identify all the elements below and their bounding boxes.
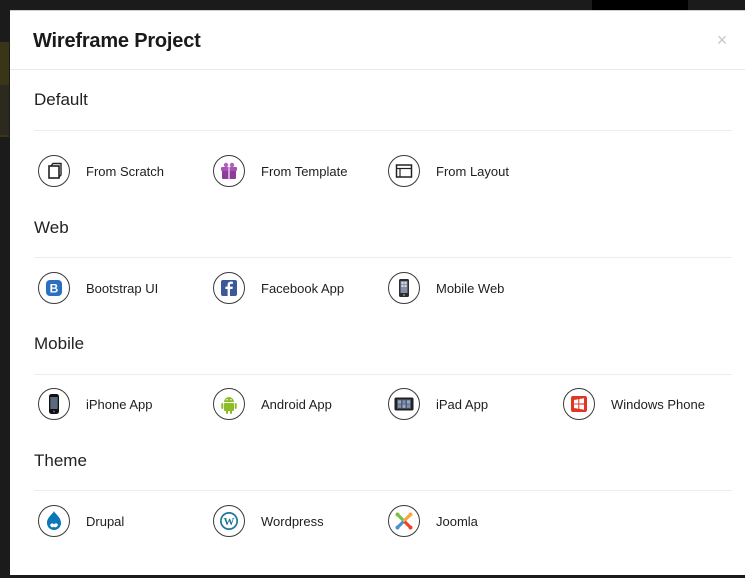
section-divider [34, 490, 732, 491]
bootstrap-icon: B [38, 272, 70, 304]
iphone-icon [38, 388, 70, 420]
option-label: Windows Phone [611, 396, 705, 412]
section-divider [34, 130, 732, 131]
drupal-icon [38, 505, 70, 537]
option-bootstrap-ui[interactable]: B Bootstrap UI [38, 270, 158, 306]
section-divider [34, 257, 732, 258]
option-label: Bootstrap UI [86, 280, 159, 296]
svg-text:W: W [224, 516, 235, 528]
close-icon[interactable]: × [714, 31, 730, 49]
wordpress-icon: W [213, 505, 245, 537]
option-windows-phone[interactable]: Windows Phone [563, 386, 705, 422]
option-label: iPhone App [86, 396, 153, 412]
option-ipad-app[interactable]: iPad App [388, 386, 488, 422]
option-label: From Template [261, 163, 348, 179]
gift-box-icon [213, 155, 245, 187]
joomla-icon [388, 505, 420, 537]
option-facebook-app[interactable]: Facebook App [213, 270, 344, 306]
ipad-icon [388, 388, 420, 420]
option-from-layout[interactable]: From Layout [388, 153, 509, 189]
section-title-mobile: Mobile [34, 334, 85, 353]
option-mobile-web[interactable]: Mobile Web [388, 270, 504, 306]
background-strip [0, 85, 9, 135]
option-label: iPad App [436, 396, 489, 412]
mobile-icon [388, 272, 420, 304]
svg-text:B: B [50, 282, 59, 296]
section-divider [34, 374, 732, 375]
option-label: Drupal [86, 513, 125, 529]
option-wordpress[interactable]: W Wordpress [213, 503, 324, 539]
background-bar [592, 0, 688, 10]
android-icon [213, 388, 245, 420]
option-label: Mobile Web [436, 280, 505, 296]
option-label: Facebook App [261, 280, 345, 296]
option-joomla[interactable]: Joomla [388, 503, 478, 539]
section-title-theme: Theme [34, 451, 87, 470]
option-label: Android App [261, 396, 332, 412]
windows-icon [563, 388, 595, 420]
option-from-template[interactable]: From Template [213, 153, 347, 189]
modal-title: Wireframe Project [33, 30, 201, 52]
page-icon [38, 155, 70, 187]
section-title-web: Web [34, 218, 69, 237]
option-iphone-app[interactable]: iPhone App [38, 386, 153, 422]
option-label: Joomla [436, 513, 478, 529]
layout-icon [388, 155, 420, 187]
section-title-default: Default [34, 90, 88, 109]
option-label: From Layout [436, 163, 509, 179]
facebook-icon [213, 272, 245, 304]
modal-header: Wireframe Project × [10, 11, 745, 70]
option-drupal[interactable]: Drupal [38, 503, 124, 539]
option-label: Wordpress [261, 513, 324, 529]
option-from-scratch[interactable]: From Scratch [38, 153, 164, 189]
new-project-modal: Wireframe Project × Default From Scratch… [10, 10, 745, 575]
option-android-app[interactable]: Android App [213, 386, 332, 422]
option-label: From Scratch [86, 163, 165, 179]
